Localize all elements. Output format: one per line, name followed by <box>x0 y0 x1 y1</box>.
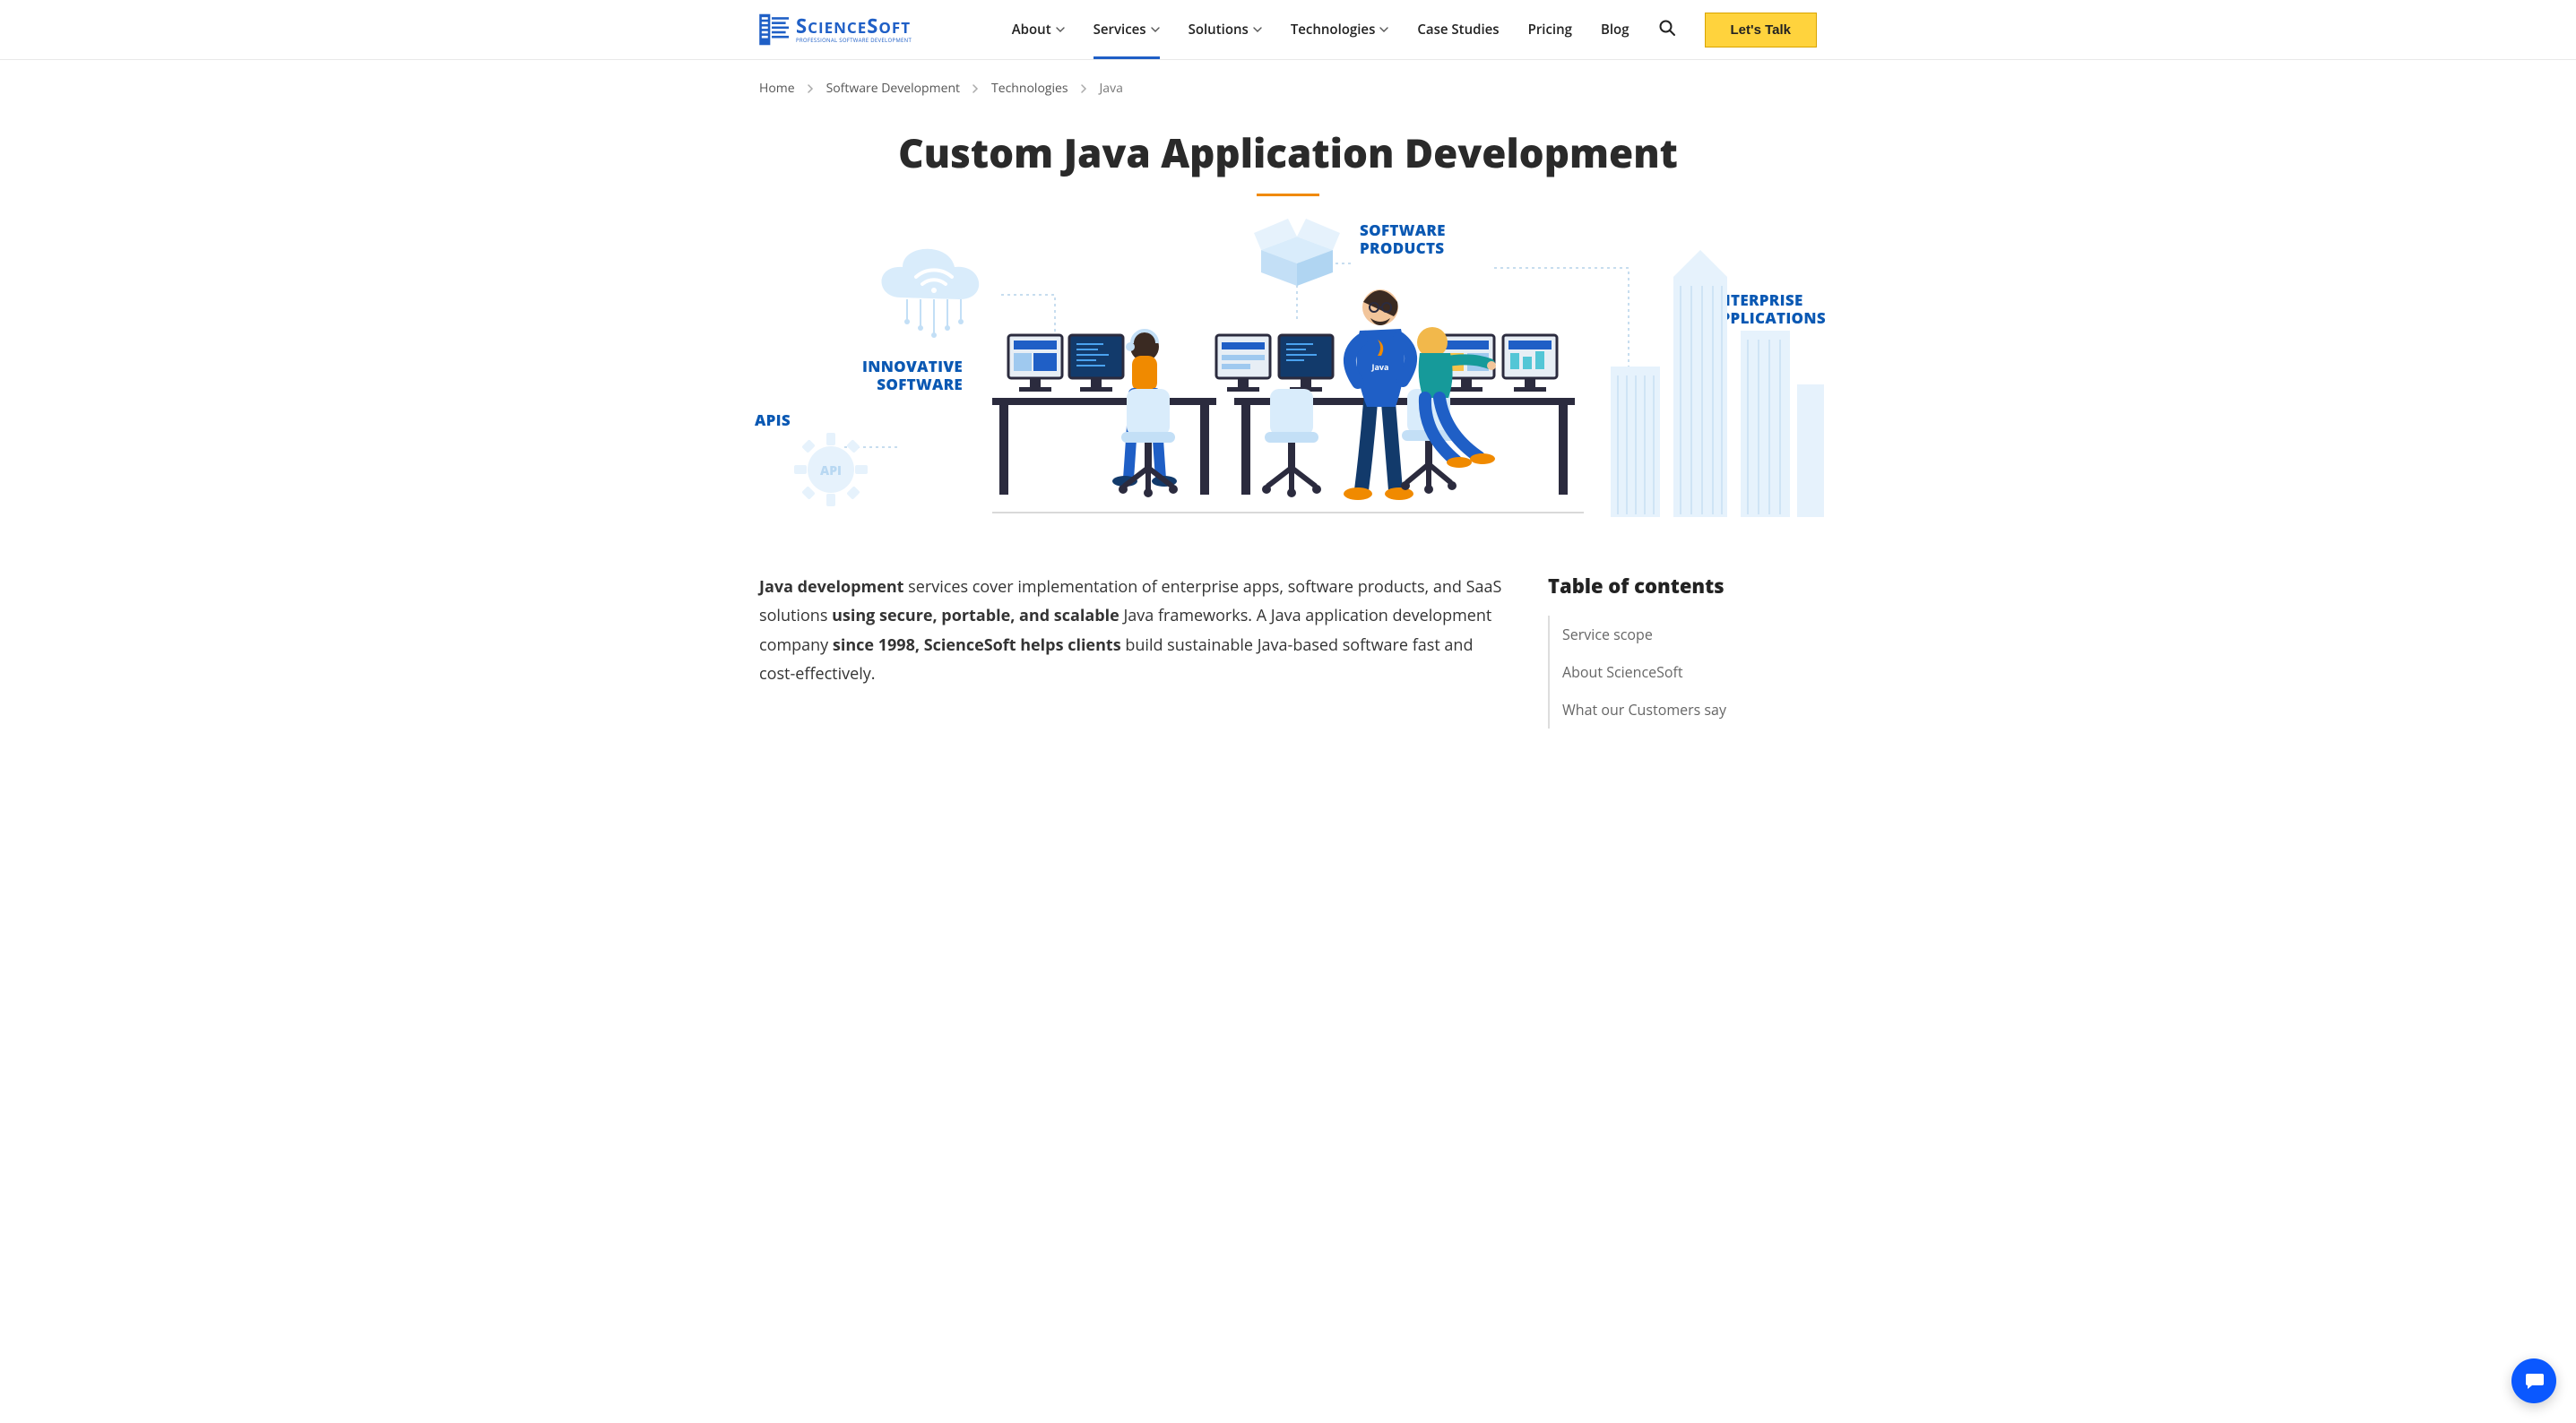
title-underline <box>1257 194 1319 196</box>
breadcrumb: Home Software Development Technologies J… <box>750 60 1826 116</box>
primary-nav: About Services Solutions Technologies Ca… <box>1012 0 1817 59</box>
chat-icon <box>2522 1369 2546 1393</box>
hero-illustration: APIS INNOVATIVESOFTWARE SOFTWAREPRODUCTS… <box>750 214 1826 519</box>
search-icon <box>1658 19 1676 41</box>
breadcrumb-current: Java <box>1100 80 1123 97</box>
table-of-contents: Table of contents Service scope About Sc… <box>1548 573 1817 729</box>
logo-text: SCIENCESOFT Professional Software Develo… <box>796 16 912 43</box>
box-icon <box>1243 210 1351 290</box>
gear-api-text: API <box>820 462 842 479</box>
chevron-right-icon <box>972 84 979 93</box>
chevron-down-icon <box>1379 27 1388 32</box>
svg-text:Java: Java <box>1371 361 1389 373</box>
chat-widget-button[interactable] <box>2511 1358 2556 1403</box>
chevron-down-icon <box>1151 27 1160 32</box>
breadcrumb-home[interactable]: Home <box>759 80 795 97</box>
chevron-right-icon <box>808 84 814 93</box>
logo-icon <box>759 13 791 47</box>
lets-talk-button[interactable]: Let's Talk <box>1705 13 1817 47</box>
nav-label: Solutions <box>1189 21 1249 39</box>
toc-title: Table of contents <box>1548 573 1817 599</box>
desk-scene: Java <box>992 281 1584 523</box>
nav-label: Case Studies <box>1417 21 1499 39</box>
nav-solutions[interactable]: Solutions <box>1189 0 1262 59</box>
site-header: SCIENCESOFT Professional Software Develo… <box>0 0 2576 60</box>
toc-item-customers-say[interactable]: What our Customers say <box>1550 691 1817 729</box>
nav-label: Pricing <box>1528 21 1572 39</box>
nav-services[interactable]: Services <box>1094 0 1160 59</box>
nav-about[interactable]: About <box>1012 0 1065 59</box>
buildings-icon <box>1602 241 1826 519</box>
breadcrumb-technologies[interactable]: Technologies <box>991 80 1068 97</box>
page-title: Custom Java Application Development <box>0 125 2576 179</box>
nav-pricing[interactable]: Pricing <box>1528 0 1572 59</box>
lead-paragraph: Java development services cover implemen… <box>759 573 1512 729</box>
logo[interactable]: SCIENCESOFT Professional Software Develo… <box>759 13 912 47</box>
gear-api-icon: API <box>791 429 871 510</box>
nav-blog[interactable]: Blog <box>1601 0 1629 59</box>
nav-label: Technologies <box>1291 21 1376 39</box>
toc-item-service-scope[interactable]: Service scope <box>1550 616 1817 653</box>
breadcrumb-software-development[interactable]: Software Development <box>826 80 960 97</box>
chevron-down-icon <box>1253 27 1262 32</box>
toc-item-about-sciencesoft[interactable]: About ScienceSoft <box>1550 653 1817 691</box>
nav-technologies[interactable]: Technologies <box>1291 0 1389 59</box>
nav-label: Blog <box>1601 21 1629 39</box>
chevron-down-icon <box>1056 27 1065 32</box>
nav-label: About <box>1012 21 1051 39</box>
nav-case-studies[interactable]: Case Studies <box>1417 0 1499 59</box>
search-button[interactable] <box>1658 19 1676 41</box>
nav-label: Services <box>1094 21 1146 39</box>
chevron-right-icon <box>1081 84 1087 93</box>
